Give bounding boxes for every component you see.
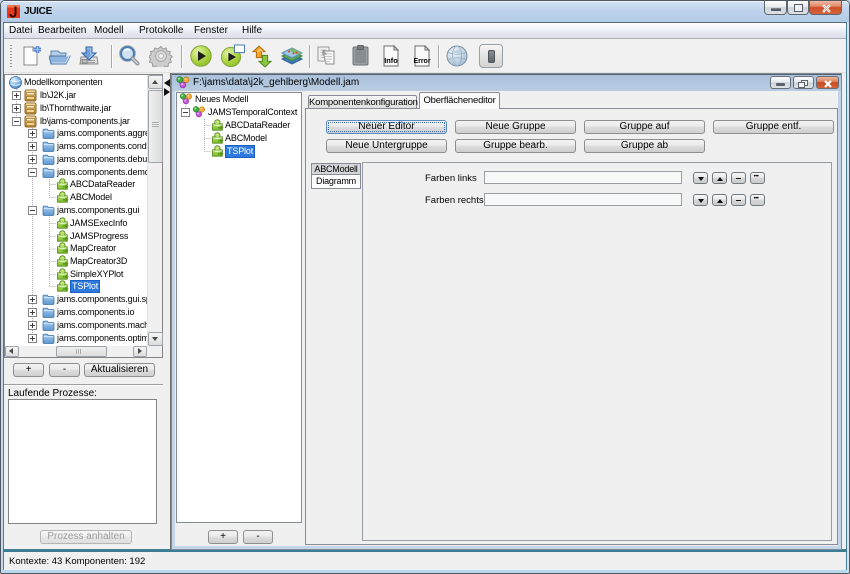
svg-text:Info: Info [384,56,398,65]
svg-text:Error: Error [413,58,430,65]
